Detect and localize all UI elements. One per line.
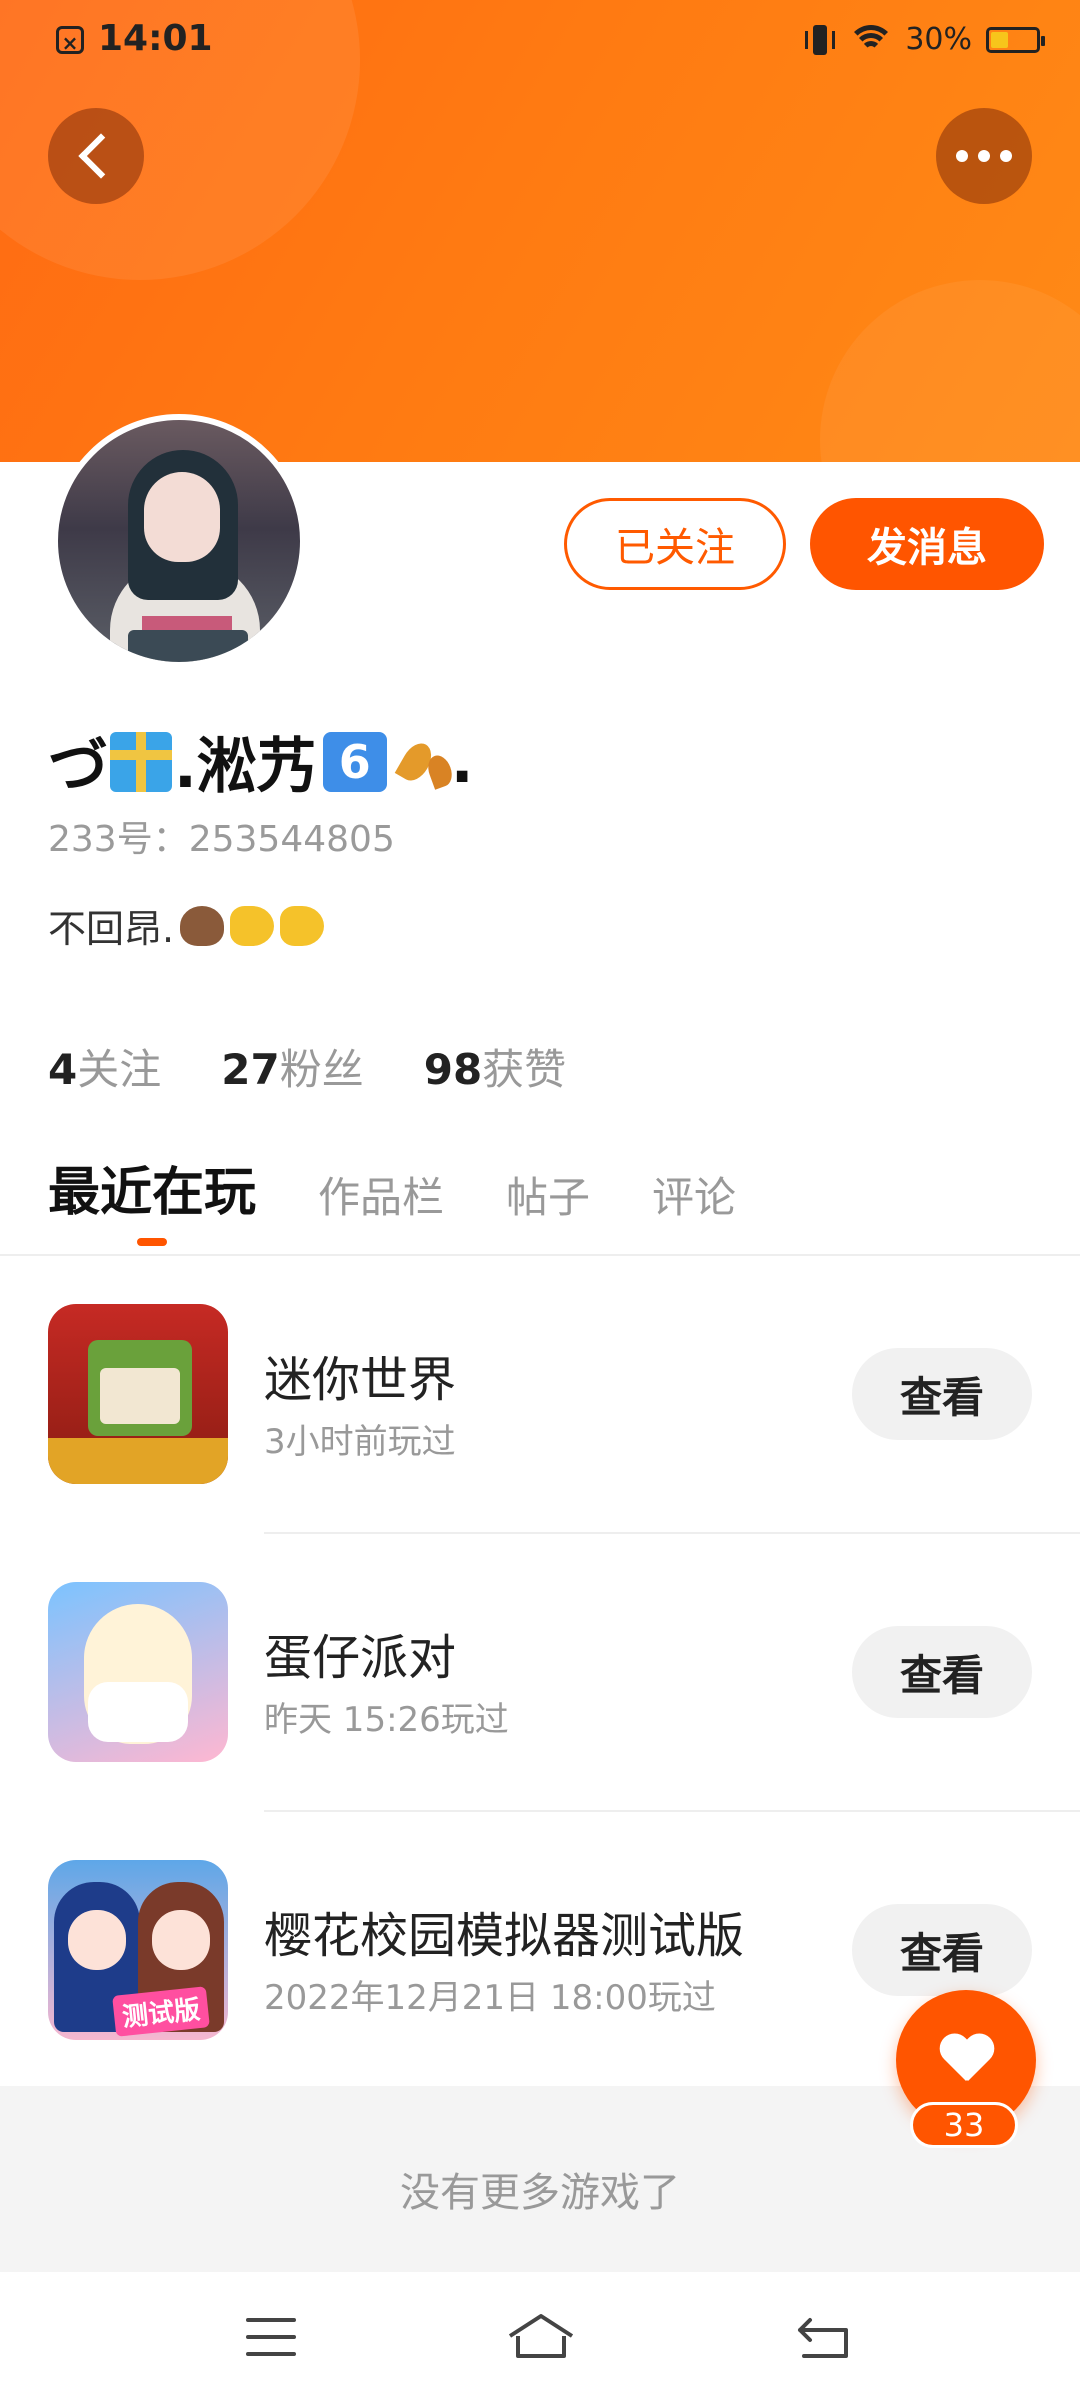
status-icons: 30%: [803, 22, 1045, 57]
status-time: 14:01: [98, 18, 213, 59]
list-item[interactable]: 迷你世界 3小时前玩过 查看: [0, 1256, 1080, 1534]
status-bar: × 14:01 30%: [0, 0, 1080, 84]
back-nav-icon[interactable]: [796, 2314, 856, 2362]
home-icon[interactable]: [506, 2310, 576, 2362]
profile-header-background: × 14:01 30%: [0, 0, 1080, 462]
more-options-button[interactable]: [936, 108, 1032, 204]
following-button[interactable]: 已关注: [564, 498, 786, 590]
header-decoration: [820, 280, 1080, 462]
game-icon: 测试版: [48, 1860, 228, 2040]
more-dots-icon: [956, 150, 1012, 162]
game-icon: [48, 1582, 228, 1762]
pointing-left-emoji-icon: [280, 905, 325, 946]
back-button[interactable]: [48, 108, 144, 204]
stat-number: 98: [423, 1045, 483, 1094]
game-icon: [48, 1304, 228, 1484]
game-last-played: 3小时前玩过: [264, 1422, 456, 1462]
profile-tabs: 最近在玩 作品栏 帖子 评论: [48, 1150, 736, 1246]
avatar[interactable]: [52, 414, 306, 668]
game-last-played: 2022年12月21日 18:00玩过: [264, 1978, 716, 2018]
tab-recently-played[interactable]: 最近在玩: [48, 1150, 257, 1246]
stat-number: 27: [221, 1045, 280, 1094]
system-navigation-bar: [0, 2272, 1080, 2400]
stat-fans[interactable]: 27粉丝: [221, 1036, 363, 1097]
stat-label: 关注: [77, 1045, 162, 1094]
tab-posts[interactable]: 帖子: [506, 1164, 590, 1225]
battery-icon: [986, 26, 1045, 53]
game-last-played: 昨天 15:26玩过: [264, 1700, 509, 1740]
pointing-right-emoji-icon: [230, 905, 275, 946]
bio: 不回昂.: [48, 898, 325, 953]
user-id: 233号：253544805: [48, 819, 395, 860]
send-message-button[interactable]: 发消息: [810, 498, 1044, 590]
wifi-icon: [851, 23, 892, 57]
bio-text: 不回昂.: [48, 907, 175, 951]
list-item[interactable]: 蛋仔派对 昨天 15:26玩过 查看: [0, 1534, 1080, 1812]
stat-following[interactable]: 4关注: [48, 1036, 161, 1097]
no-more-games-text: 没有更多游戏了: [400, 2170, 680, 2216]
gift-emoji-icon: [110, 731, 172, 792]
view-button[interactable]: 查看: [852, 1348, 1032, 1440]
profile-stats: 4关注 27粉丝 98获赞: [48, 1036, 566, 1097]
heart-icon: [938, 2035, 994, 2085]
keycap-number-badge: 6: [322, 731, 387, 792]
active-tab-indicator: [137, 1238, 167, 1246]
vibrate-icon: [803, 23, 837, 57]
view-button[interactable]: 查看: [852, 1904, 1032, 1996]
tab-works[interactable]: 作品栏: [318, 1164, 444, 1225]
notification-icon: ×: [56, 26, 84, 55]
like-count-badge: 33: [910, 2102, 1018, 2148]
tab-comments[interactable]: 评论: [652, 1164, 736, 1225]
nickname-middle: .淞艿: [174, 732, 317, 802]
poop-emoji-icon: [180, 905, 225, 946]
game-name: 蛋仔派对: [264, 1630, 457, 1686]
stat-label: 获赞: [482, 1045, 567, 1094]
menu-icon[interactable]: [246, 2318, 296, 2356]
nickname-suffix: .: [450, 726, 474, 797]
chevron-left-icon: [78, 133, 124, 179]
nickname: づ .淞艿 6 .: [48, 718, 474, 805]
view-button[interactable]: 查看: [852, 1626, 1032, 1718]
game-name: 迷你世界: [264, 1352, 457, 1408]
game-name: 樱花校园模拟器测试版: [264, 1908, 745, 1964]
stat-likes[interactable]: 98获赞: [424, 1036, 566, 1097]
stat-number: 4: [48, 1045, 78, 1094]
tab-label: 最近在玩: [48, 1163, 257, 1223]
nickname-prefix: づ: [48, 732, 108, 802]
battery-percent: 30%: [905, 22, 972, 57]
stat-label: 粉丝: [279, 1045, 364, 1094]
